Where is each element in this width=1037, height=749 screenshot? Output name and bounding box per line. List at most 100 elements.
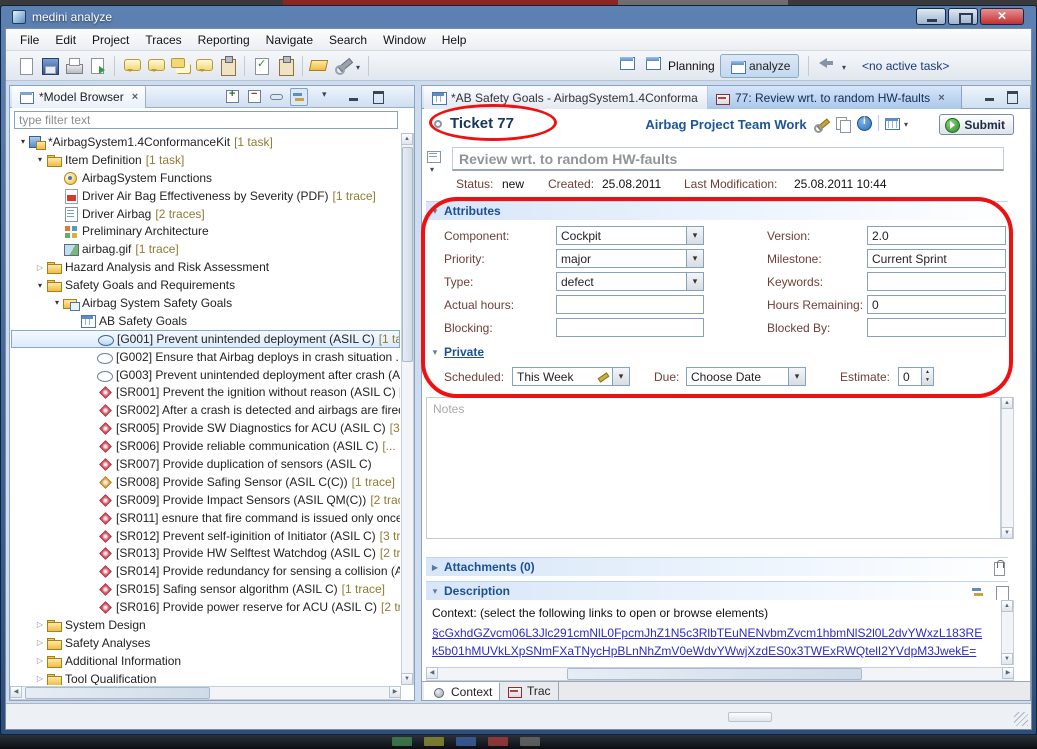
minimize-button[interactable] xyxy=(916,8,946,25)
field-input[interactable]: Current Sprint xyxy=(867,249,1006,268)
tab-trac[interactable]: Trac xyxy=(500,682,559,700)
field-input[interactable] xyxy=(867,272,1006,291)
tree-item[interactable]: [SR008] Provide Safing Sensor (ASIL C(C)… xyxy=(11,473,400,491)
field-input[interactable]: defect xyxy=(556,272,704,291)
notes-textarea[interactable]: Notes xyxy=(426,397,1001,539)
maximize-view-icon[interactable] xyxy=(370,88,388,106)
chevron-down-icon[interactable] xyxy=(430,165,434,174)
info-icon[interactable] xyxy=(856,115,874,133)
chevron-down-icon[interactable] xyxy=(904,120,908,129)
export-icon[interactable] xyxy=(86,54,110,78)
tree-item[interactable]: Driver Airbag [2 traces] xyxy=(11,205,400,223)
tree-item[interactable]: [SR012] Prevent self-iginition of Initia… xyxy=(11,527,400,545)
new-file-icon[interactable] xyxy=(14,54,38,78)
task-icon[interactable] xyxy=(216,54,240,78)
tree-item[interactable]: [SR001] Prevent the ignition without rea… xyxy=(11,383,400,401)
view-menu-icon[interactable] xyxy=(318,88,336,106)
tree-expander-icon[interactable] xyxy=(34,263,46,272)
scroll-left-icon[interactable] xyxy=(426,667,438,679)
taskbar-icon[interactable] xyxy=(424,737,444,746)
close-icon[interactable]: × xyxy=(938,92,944,104)
resize-grip[interactable] xyxy=(1014,712,1028,726)
planning-perspective-label[interactable]: Planning xyxy=(668,59,715,73)
tree-item[interactable]: Driver Air Bag Effectiveness by Severity… xyxy=(11,187,400,205)
scrollbar-thumb[interactable] xyxy=(25,687,210,699)
tree-expander-icon[interactable] xyxy=(34,620,46,629)
tree-expander-icon[interactable] xyxy=(34,674,46,683)
save-icon[interactable] xyxy=(38,54,62,78)
attachments-section-header[interactable]: Attachments (0) xyxy=(426,557,1008,576)
scrollbar-thumb[interactable] xyxy=(567,668,862,680)
tree-item[interactable]: Safety Goals and Requirements xyxy=(11,276,400,294)
tree-item[interactable]: Preliminary Architecture xyxy=(11,222,400,240)
expand-twistie-icon[interactable] xyxy=(426,562,444,572)
layout-grid-icon[interactable] xyxy=(884,115,902,133)
planning-perspective-icon[interactable] xyxy=(644,54,668,78)
link-with-editor-icon[interactable] xyxy=(268,88,286,106)
collapse-twistie-icon[interactable] xyxy=(426,586,444,597)
team-query-label[interactable]: Airbag Project Team Work xyxy=(645,117,806,132)
checklist-icon[interactable] xyxy=(250,54,274,78)
taskbar-icon[interactable] xyxy=(520,737,540,746)
tab-model-browser[interactable]: *Model Browser × xyxy=(12,86,146,108)
scroll-down-icon[interactable] xyxy=(401,673,413,685)
comments-icon[interactable] xyxy=(168,54,192,78)
menu-item-help[interactable]: Help xyxy=(434,30,475,50)
tree-item[interactable]: [G001] Prevent unintended deployment (AS… xyxy=(11,330,400,348)
tree-item[interactable]: airbag.gif [1 trace] xyxy=(11,240,400,258)
chevron-down-icon[interactable] xyxy=(356,63,360,72)
add-comment-icon[interactable] xyxy=(120,54,144,78)
copy-icon[interactable] xyxy=(834,115,852,133)
collapse-twistie-icon[interactable] xyxy=(426,206,444,217)
collapse-twistie-icon[interactable] xyxy=(426,347,444,358)
menu-item-edit[interactable]: Edit xyxy=(47,30,84,50)
tree-item[interactable]: [SR009] Provide Impact Sensors (ASIL QM(… xyxy=(11,491,400,509)
scroll-right-icon[interactable] xyxy=(389,686,401,698)
tree-item[interactable]: Tool Qualification xyxy=(11,670,400,685)
tree-item[interactable]: AB Safety Goals xyxy=(11,312,400,330)
attachment-icon[interactable] xyxy=(990,560,1006,576)
tree-expander-icon[interactable] xyxy=(51,298,63,307)
scrollbar-thumb[interactable] xyxy=(402,147,413,362)
status-slider[interactable] xyxy=(728,712,772,722)
tree-horizontal-scrollbar[interactable] xyxy=(10,686,401,700)
scroll-up-icon[interactable] xyxy=(1001,397,1013,409)
review-icon[interactable] xyxy=(192,54,216,78)
filter-input[interactable] xyxy=(14,111,398,129)
editor-tab-ticket-77[interactable]: 77: Review wrt. to random HW-faults × xyxy=(708,86,962,109)
tree-item[interactable]: [G003] Prevent unintended deployment aft… xyxy=(11,366,400,384)
active-task-label[interactable]: <no active task> xyxy=(862,59,949,73)
field-input[interactable]: 0 xyxy=(867,295,1006,314)
analyze-perspective-button[interactable]: analyze xyxy=(720,54,799,78)
open-perspective-icon[interactable] xyxy=(618,54,642,78)
configure-icon[interactable] xyxy=(812,115,830,133)
comment-icon[interactable] xyxy=(144,54,168,78)
print-icon[interactable] xyxy=(62,54,86,78)
scroll-up-icon[interactable] xyxy=(401,133,413,145)
tree-item[interactable]: Hazard Analysis and Risk Assessment xyxy=(11,258,400,276)
field-input[interactable] xyxy=(556,318,704,337)
configure-tools-icon[interactable] xyxy=(332,54,356,78)
tree-item[interactable]: Item Definition [1 task] xyxy=(11,151,400,169)
tree-item[interactable]: [SR011] esnure that fire command is issu… xyxy=(11,509,400,527)
tree-item[interactable]: [SR016] Provide power reserve for ACU (A… xyxy=(11,598,400,616)
field-input[interactable]: major xyxy=(556,249,704,268)
tree-item[interactable]: System Design xyxy=(11,616,400,634)
field-input[interactable]: 2.0 xyxy=(867,226,1006,245)
private-section-header[interactable]: Private xyxy=(426,345,484,359)
close-button[interactable] xyxy=(980,8,1024,25)
tree-item[interactable]: AirbagSystem Functions xyxy=(11,169,400,187)
minimize-view-icon[interactable] xyxy=(346,88,364,106)
description-scrollbar[interactable] xyxy=(1001,600,1014,665)
context-link-line-1[interactable]: §cGxhdGZvcm06L3Jlc291cmNlL0FpcmJhZ1N5c3R… xyxy=(432,626,982,640)
context-link-line-2[interactable]: k5b01hMUVkLXpSNmFXaTNycHpBLnNhZmV0eWdvYW… xyxy=(432,644,976,658)
tree-item[interactable]: [G002] Ensure that Airbag deploys in cra… xyxy=(11,348,400,366)
notes-scrollbar[interactable] xyxy=(1001,397,1014,539)
menu-item-navigate[interactable]: Navigate xyxy=(258,30,321,50)
tab-context[interactable]: Context xyxy=(424,682,500,700)
tree-item[interactable]: [SR005] Provide SW Diagnostics for ACU (… xyxy=(11,419,400,437)
tree-vertical-scrollbar[interactable] xyxy=(401,133,414,685)
scroll-right-icon[interactable] xyxy=(1002,667,1014,679)
tree-expander-icon[interactable] xyxy=(34,638,46,647)
titlebar[interactable]: medini analyze xyxy=(5,6,1032,28)
